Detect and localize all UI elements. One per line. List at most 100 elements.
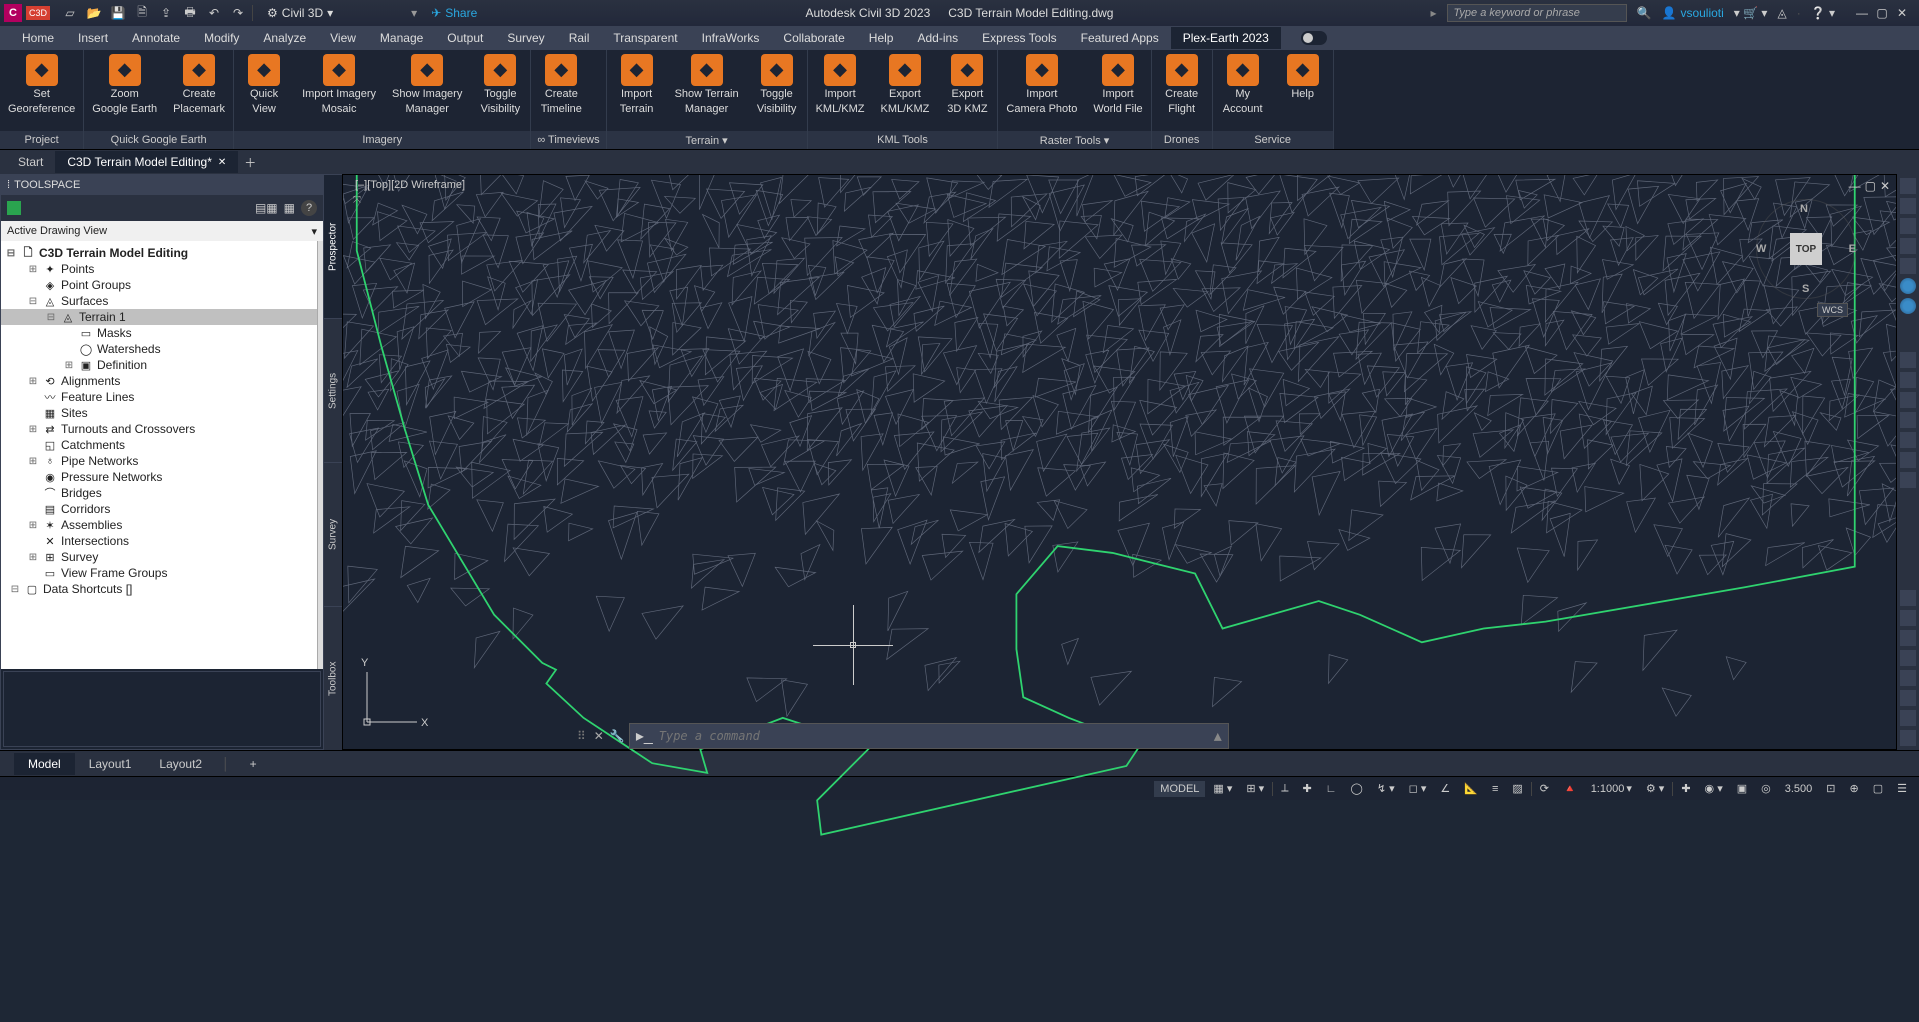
view-selector[interactable]: Active Drawing View▾ xyxy=(1,221,323,241)
tool-6-icon[interactable] xyxy=(1900,452,1916,468)
tree-item-bridges[interactable]: ⌒Bridges xyxy=(1,485,317,501)
globe-icon[interactable] xyxy=(1900,278,1916,294)
layout-tab-layout1[interactable]: Layout1 xyxy=(75,753,146,775)
nav-home-icon[interactable] xyxy=(1900,198,1916,214)
ribbon-import-button[interactable]: ◆ImportCamera Photo xyxy=(998,50,1085,131)
dropdown-2-icon[interactable]: ▾ xyxy=(411,6,417,20)
tree-item-assemblies[interactable]: ⊞✶Assemblies xyxy=(1,517,317,533)
menu-manage[interactable]: Manage xyxy=(368,27,435,49)
ribbon-toggle-button[interactable]: ◆ToggleVisibility xyxy=(747,50,807,131)
tool-2-icon[interactable] xyxy=(1900,372,1916,388)
tool-3-icon[interactable] xyxy=(1900,392,1916,408)
menu-transparent[interactable]: Transparent xyxy=(601,27,689,49)
item-preview-icon[interactable]: ▤▦ xyxy=(255,201,278,215)
tree-item-masks[interactable]: ▭Masks xyxy=(1,325,317,341)
tool-b3-icon[interactable] xyxy=(1900,630,1916,646)
new-tab-icon[interactable]: ＋ xyxy=(238,154,262,171)
active-doc-tab[interactable]: C3D Terrain Model Editing* ✕ xyxy=(55,151,238,173)
tree-item-pressure-networks[interactable]: ◉Pressure Networks xyxy=(1,469,317,485)
toolspace-tab-survey[interactable]: Survey xyxy=(324,462,342,606)
redo-icon[interactable]: ↷ xyxy=(230,5,246,21)
ribbon-import-button[interactable]: ◆ImportTerrain xyxy=(607,50,667,131)
menu-output[interactable]: Output xyxy=(435,27,495,49)
viewcube[interactable]: TOP N S E W WCS xyxy=(1756,199,1856,299)
tree-item-surfaces[interactable]: ⊟◬Surfaces xyxy=(1,293,317,309)
tool-b1-icon[interactable] xyxy=(1900,590,1916,606)
menu-help[interactable]: Help xyxy=(857,27,906,49)
cmd-customize-icon[interactable]: 🔧 xyxy=(610,729,625,743)
tree-item-point-groups[interactable]: ◈Point Groups xyxy=(1,277,317,293)
ribbon-help-button[interactable]: ◆Help xyxy=(1273,50,1333,131)
tree-item-pipe-networks[interactable]: ⊞♁Pipe Networks xyxy=(1,453,317,469)
tree-item-catchments[interactable]: ◱Catchments xyxy=(1,437,317,453)
menu-survey[interactable]: Survey xyxy=(495,27,556,49)
search-icon[interactable]: 🔍 xyxy=(1637,6,1652,20)
search-input[interactable]: Type a keyword or phrase xyxy=(1447,4,1627,22)
start-tab[interactable]: Start xyxy=(6,151,55,173)
ribbon-toggle-button[interactable]: ◆ToggleVisibility xyxy=(470,50,530,131)
ribbon-show-terrain-button[interactable]: ◆Show TerrainManager xyxy=(667,50,747,131)
ribbon-zoom-button[interactable]: ◆ZoomGoogle Earth xyxy=(84,50,165,131)
tool-5-icon[interactable] xyxy=(1900,432,1916,448)
menu-home[interactable]: Home xyxy=(10,27,66,49)
tool-b4-icon[interactable] xyxy=(1900,650,1916,666)
viewcube-east[interactable]: E xyxy=(1849,243,1856,255)
vp-minimize-icon[interactable]: — xyxy=(1849,179,1861,193)
ribbon-toggle[interactable] xyxy=(1301,31,1327,45)
tree-item-survey[interactable]: ⊞⊞Survey xyxy=(1,549,317,565)
tree-scrollbar[interactable] xyxy=(317,241,323,669)
help-icon[interactable]: ? xyxy=(301,200,317,216)
ribbon-create-button[interactable]: ◆CreateTimeline xyxy=(531,50,591,131)
tool-b8-icon[interactable] xyxy=(1900,730,1916,746)
toolspace-tab-prospector[interactable]: Prospector xyxy=(324,174,342,318)
menu-modify[interactable]: Modify xyxy=(192,27,251,49)
nav-wheel-icon[interactable] xyxy=(1900,218,1916,234)
tool-b2-icon[interactable] xyxy=(1900,610,1916,626)
ribbon-import-imagery-button[interactable]: ◆Import ImageryMosaic xyxy=(294,50,384,131)
ribbon-create-button[interactable]: ◆CreatePlacemark xyxy=(165,50,233,131)
ribbon-quick-button[interactable]: ◆QuickView xyxy=(234,50,294,131)
ribbon-import-button[interactable]: ◆ImportKML/KMZ xyxy=(808,50,873,131)
ribbon-show-imagery-button[interactable]: ◆Show ImageryManager xyxy=(384,50,470,131)
nav-fullnav-icon[interactable] xyxy=(1900,178,1916,194)
tree-item-feature-lines[interactable]: 〰Feature Lines xyxy=(1,389,317,405)
tool-b6-icon[interactable] xyxy=(1900,690,1916,706)
save-icon[interactable]: 💾 xyxy=(110,5,126,21)
menu-plex-earth-2023[interactable]: Plex-Earth 2023 xyxy=(1171,27,1281,49)
menu-rail[interactable]: Rail xyxy=(557,27,602,49)
panel-label[interactable]: Drones xyxy=(1152,131,1212,149)
panel-label[interactable]: Service xyxy=(1213,131,1333,149)
viewcube-north[interactable]: N xyxy=(1800,203,1808,215)
panel-label[interactable]: Quick Google Earth xyxy=(84,131,233,149)
tree-item-view-frame-groups[interactable]: ▭View Frame Groups xyxy=(1,565,317,581)
menu-view[interactable]: View xyxy=(318,27,368,49)
new-icon[interactable]: ▱ xyxy=(62,5,78,21)
tree-item-terrain-[interactable]: ⊟◬Terrain 1 xyxy=(1,309,317,325)
tool-b7-icon[interactable] xyxy=(1900,710,1916,726)
restore-icon[interactable]: ▢ xyxy=(1875,6,1889,20)
open-icon[interactable]: 📂 xyxy=(86,5,102,21)
viewport-label[interactable]: [–][Top][2D Wireframe] xyxy=(355,179,465,191)
menu-add-ins[interactable]: Add-ins xyxy=(905,27,970,49)
command-input[interactable] xyxy=(659,729,1208,743)
tree-item-data-shortcuts-[interactable]: ⊟▢Data Shortcuts [] xyxy=(1,581,317,597)
close-icon[interactable]: ✕ xyxy=(1895,6,1909,20)
layout-tab-layout2[interactable]: Layout2 xyxy=(145,753,216,775)
menu-insert[interactable]: Insert xyxy=(66,27,120,49)
toolspace-tab-settings[interactable]: Settings xyxy=(324,318,342,462)
chevron-right-icon[interactable]: ▸ xyxy=(1431,6,1437,20)
panel-label[interactable]: KML Tools xyxy=(808,131,998,149)
prospector-tree[interactable]: ⊟🗋C3D Terrain Model Editing⊞✦Points◈Poin… xyxy=(1,241,317,669)
tree-item-sites[interactable]: ▦Sites xyxy=(1,405,317,421)
close-tab-icon[interactable]: ✕ xyxy=(218,157,226,168)
toolspace-tab-toolbox[interactable]: Toolbox xyxy=(324,606,342,750)
tree-item-alignments[interactable]: ⊞⟲Alignments xyxy=(1,373,317,389)
wcs-label[interactable]: WCS xyxy=(1817,303,1848,317)
vp-maximize-icon[interactable]: ▢ xyxy=(1865,179,1876,193)
command-input-box[interactable]: ▸_ ▴ xyxy=(629,723,1229,749)
menu-featured-apps[interactable]: Featured Apps xyxy=(1069,27,1171,49)
cmd-history-icon[interactable]: ▴ xyxy=(1214,726,1222,746)
viewport[interactable]: [–][Top][2D Wireframe] ⤧ — ▢ ✕ TOP N S E… xyxy=(342,174,1897,750)
menu-analyze[interactable]: Analyze xyxy=(251,27,318,49)
layout-tab-model[interactable]: Model xyxy=(14,753,75,775)
